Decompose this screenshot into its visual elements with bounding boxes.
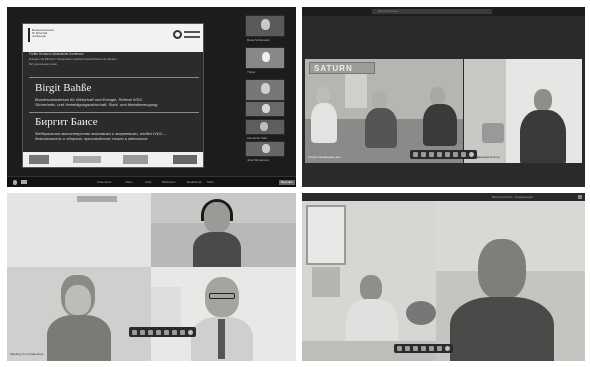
window-frame	[306, 205, 346, 265]
participant-tile[interactable]	[245, 101, 285, 117]
app-title: Microsoft Teams - Конференция	[492, 195, 533, 199]
video-tile-headset	[151, 193, 296, 267]
mic-icon[interactable]	[405, 346, 410, 351]
more-icon[interactable]	[437, 152, 442, 157]
footer-logo-4	[173, 155, 197, 164]
participant-name: Julia Moryakova	[247, 158, 269, 162]
share-icon[interactable]	[413, 346, 418, 351]
tile-name-label: Сатурн Конференц-зал	[308, 155, 341, 159]
hand-icon[interactable]	[429, 346, 434, 351]
ministry-logo-text: Bundesministerium für Wirtschaft und Ene…	[32, 29, 55, 39]
more-icon[interactable]	[421, 346, 426, 351]
title-bar: Microsoft Teams - Конференция	[302, 193, 585, 201]
wall-banner: SATURN	[309, 62, 375, 74]
call-controls	[410, 150, 477, 159]
hangup-icon[interactable]	[469, 152, 474, 157]
video-button[interactable]: Video	[125, 181, 133, 184]
hand-icon[interactable]	[164, 329, 169, 335]
presentation-window: Bundesministerium für Wirtschaft und Ene…	[7, 7, 296, 187]
chat-icon[interactable]	[453, 152, 458, 157]
video-tile-glasses	[151, 267, 296, 361]
mic-icon[interactable]	[13, 180, 17, 185]
people-icon[interactable]	[180, 329, 185, 335]
participant-tile[interactable]: Waldemar Sing...	[245, 79, 285, 106]
wall-picture	[77, 196, 117, 202]
call-controls	[129, 327, 196, 337]
reactions-button[interactable]: Reaktionen	[187, 181, 202, 184]
meeting-toolbar: Teilnehmer Video Chat Bildschirm Reaktio…	[7, 176, 296, 187]
share-screen-button[interactable]: Bildschirm	[162, 181, 176, 184]
chat-icon[interactable]	[437, 346, 442, 351]
participant-tile[interactable]: Yuliya	[245, 47, 285, 74]
end-button[interactable]: Beenden	[279, 180, 296, 185]
mic-icon[interactable]	[421, 152, 426, 157]
org-logo-bars	[184, 31, 200, 38]
teams-window-office: Microsoft Teams - Конференция	[302, 193, 585, 361]
people-icon[interactable]	[461, 152, 466, 157]
slide-header-line-3: Вступительное слово	[29, 62, 57, 66]
speaker-role-de: Bundesministerium für Wirtschaft und Ene…	[35, 97, 158, 107]
chat-button[interactable]: Chat	[145, 181, 151, 184]
org-logo	[173, 30, 182, 39]
participant-tile[interactable]: Julia Moryakova	[245, 141, 285, 162]
plant	[406, 301, 436, 325]
app-title: Microsoft Teams	[378, 9, 399, 13]
call-controls	[394, 344, 453, 353]
mic-icon[interactable]	[140, 329, 145, 335]
video-grid-window: Meeting room (Valentina)	[7, 193, 296, 361]
participant-name: Alexander Sab...	[247, 136, 270, 140]
speaker-name-de: Birgit Bahße	[35, 82, 92, 94]
participant-name: Yuliya	[247, 70, 256, 74]
participant-tile[interactable]: Dana Strobowski	[245, 15, 285, 42]
tie	[218, 319, 225, 359]
banner-text: SATURN	[314, 64, 353, 73]
wall-poster	[312, 267, 340, 297]
chat-icon[interactable]	[172, 329, 177, 335]
slide-header-line-2: Energie und Effizienz: Kooperation zwisc…	[29, 57, 117, 62]
camera-icon[interactable]	[397, 346, 402, 351]
footer-logo-3	[123, 155, 148, 164]
teams-window-room: Microsoft Teams SATURN Сатурн Конференц-…	[302, 7, 585, 187]
camera-icon[interactable]	[21, 180, 27, 184]
share-icon[interactable]	[148, 329, 153, 335]
participant-tile[interactable]: Alexander Sab...	[245, 119, 285, 140]
video-tile-closeup	[436, 201, 585, 361]
footer-logo-1	[29, 155, 49, 164]
speaker-role-ru: Федеральное министерство экономики и эне…	[35, 131, 166, 141]
video-tile-guest: Олег Иванченко (Гость)	[464, 59, 582, 163]
slide-header: Fünfte Deutsch-Ukrainische Konferenz Ene…	[29, 52, 199, 66]
camera-icon[interactable]	[132, 329, 137, 335]
shared-slide: Bundesministerium für Wirtschaft und Ene…	[22, 23, 204, 168]
hangup-icon[interactable]	[188, 329, 193, 335]
participants-button[interactable]: Teilnehmer	[97, 181, 112, 184]
shelf-object	[482, 123, 504, 143]
hangup-icon[interactable]	[445, 346, 450, 351]
camera-icon[interactable]	[413, 152, 418, 157]
title-bar: Microsoft Teams	[302, 7, 585, 16]
video-tile-room: SATURN Сатурн Конференц-зал	[305, 59, 463, 163]
footer-logo-2	[73, 156, 101, 163]
participant-name: Dana Strobowski	[247, 38, 270, 42]
more-icon[interactable]	[156, 329, 161, 335]
hand-icon[interactable]	[445, 152, 450, 157]
speaker-name-ru: Биргит Баисе	[35, 116, 98, 128]
slide-header-line-1: Fünfte Deutsch-Ukrainische Konferenz	[29, 52, 84, 56]
video-tile-room-empty	[7, 193, 151, 267]
more-button[interactable]: Mehr	[207, 181, 214, 184]
close-icon[interactable]	[578, 195, 582, 199]
glasses-icon	[209, 293, 235, 299]
video-tile-woman: Meeting room (Valentina)	[7, 267, 151, 361]
share-icon[interactable]	[429, 152, 434, 157]
video-tile-office	[302, 201, 585, 361]
tile-name-label: Meeting room (Valentina)	[10, 352, 44, 356]
